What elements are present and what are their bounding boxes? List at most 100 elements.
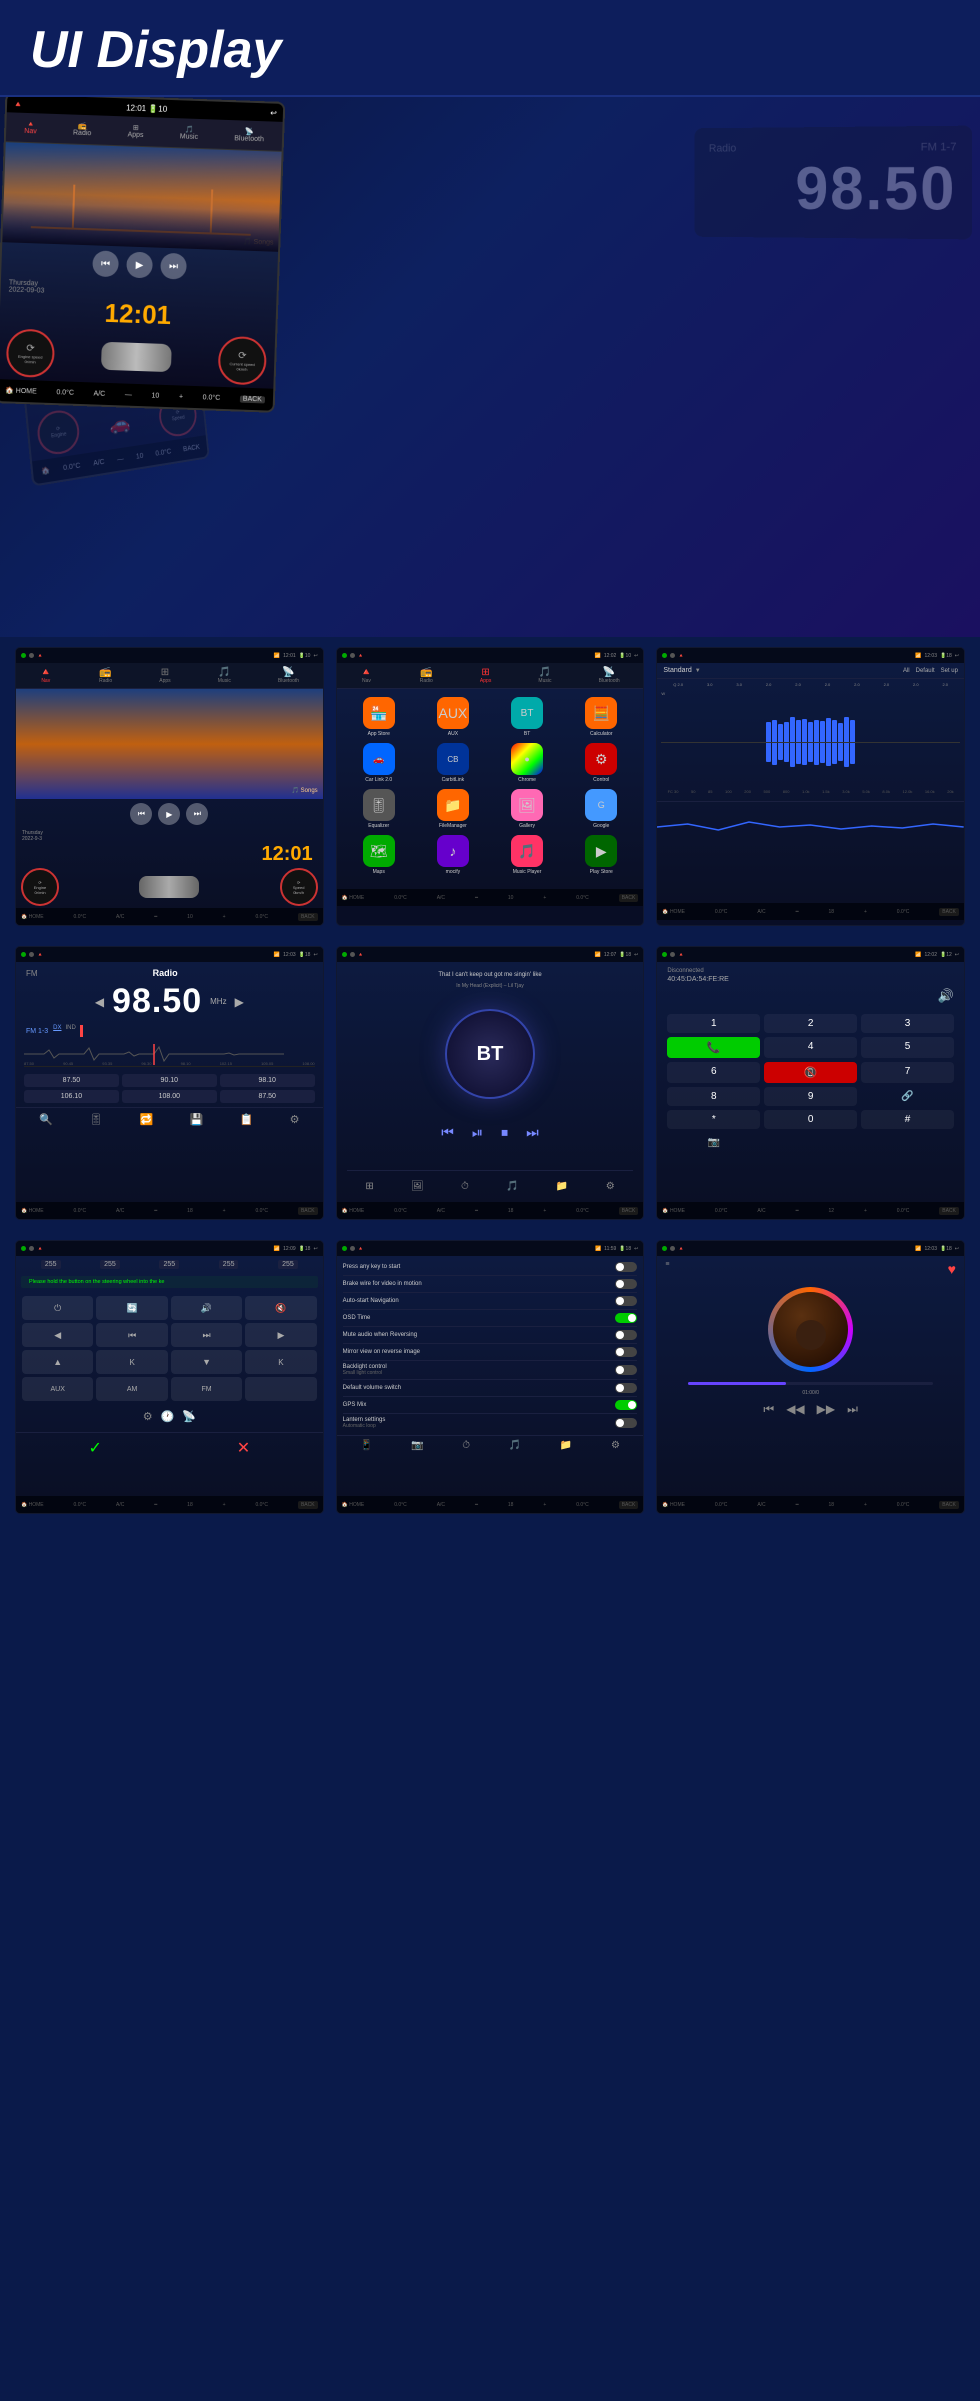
bt-music-icon[interactable]: 🎵 <box>506 1181 518 1192</box>
toggle-autonav[interactable] <box>615 1296 637 1306</box>
app-control[interactable]: ⚙ Control <box>567 743 635 783</box>
speaker-icon[interactable]: 🔊 <box>938 988 954 1004</box>
ani-apps[interactable]: ⊞Apps <box>480 667 491 684</box>
key-star[interactable]: * <box>667 1110 760 1129</box>
call-btn[interactable]: 📞 <box>667 1037 760 1058</box>
app-carbitlink[interactable]: CB CarbitLink <box>419 743 487 783</box>
app-chrome[interactable]: ● Chrome <box>493 743 561 783</box>
ani-radio[interactable]: 📻Radio <box>420 667 433 684</box>
heart-icon[interactable]: ♥ <box>948 1261 956 1277</box>
key-hash[interactable]: # <box>861 1110 954 1129</box>
bt-clock-icon[interactable]: ⏱ <box>461 1181 469 1192</box>
search-icon[interactable]: 🔍 <box>39 1113 53 1126</box>
sw-fwd[interactable]: ⏭ <box>171 1323 242 1347</box>
toggle-mirror[interactable] <box>615 1347 637 1357</box>
app-bt[interactable]: BT BT <box>493 697 561 737</box>
bt-play-btn[interactable]: ⏯ <box>472 1124 483 1141</box>
eq-all-btn[interactable]: All <box>903 668 910 674</box>
sw-up[interactable]: ▲ <box>22 1350 93 1374</box>
eq-setup-btn[interactable]: Set up <box>941 668 958 674</box>
key-7[interactable]: 7 <box>861 1062 954 1083</box>
ni-nav[interactable]: 🔺 Nav <box>40 667 52 684</box>
bt-stop-btn[interactable]: ⏹ <box>501 1124 508 1141</box>
toggle-volume[interactable] <box>615 1383 637 1393</box>
eq-default-btn[interactable]: Default <box>916 668 935 674</box>
eq-icon[interactable]: 🎚 <box>89 1113 103 1126</box>
bt-icon[interactable]: 📡 <box>182 1410 196 1423</box>
ni-apps[interactable]: ⊞ Apps <box>159 667 170 684</box>
toggle-brake[interactable] <box>615 1279 637 1289</box>
settings-icon2[interactable]: ⚙ <box>611 1440 620 1451</box>
freq-up-btn[interactable]: ▶ <box>235 995 244 1009</box>
key-1[interactable]: 1 <box>667 1014 760 1033</box>
key-5[interactable]: 5 <box>861 1037 954 1058</box>
key-3[interactable]: 3 <box>861 1014 954 1033</box>
app-equalizer[interactable]: 🎚 Equalizer <box>345 789 413 829</box>
cnav-nav[interactable]: 🔺Nav <box>24 120 37 135</box>
loop-icon[interactable]: 🔁 <box>139 1113 153 1126</box>
app-playstore[interactable]: ▶ Play Store <box>567 835 635 875</box>
sw-prev[interactable]: ◀ <box>22 1323 93 1347</box>
ani-bt[interactable]: 📡Bluetooth <box>599 667 620 684</box>
preset-5[interactable]: 108.00 <box>122 1090 217 1103</box>
ani-nav[interactable]: 🔺Nav <box>360 667 372 684</box>
toggle-gps[interactable] <box>615 1400 637 1410</box>
sw-down[interactable]: ▼ <box>171 1350 242 1374</box>
app-appstore[interactable]: 🏪 App Store <box>345 697 413 737</box>
key-8[interactable]: 8 <box>667 1087 760 1106</box>
preset-4[interactable]: 106.10 <box>24 1090 119 1103</box>
app-musicplayer[interactable]: 🎵 Music Player <box>493 835 561 875</box>
key-6[interactable]: 6 <box>667 1062 760 1083</box>
bt-gallery-icon[interactable]: 🖼 <box>411 1181 424 1192</box>
sw-aux[interactable]: AUX <box>22 1377 93 1401</box>
mc-next[interactable]: ⏭ <box>847 1402 858 1417</box>
music-icon2[interactable]: 🎵 <box>509 1440 521 1451</box>
toggle-backlight[interactable] <box>615 1365 637 1375</box>
music-list-icon[interactable]: ≡ <box>665 1261 669 1277</box>
list-icon[interactable]: 📋 <box>240 1113 254 1126</box>
toggle-mute[interactable] <box>615 1330 637 1340</box>
ni-music[interactable]: 🎵 Music <box>218 667 231 684</box>
app-google[interactable]: G Google <box>567 789 635 829</box>
mc-rew[interactable]: ⏮ <box>763 1402 774 1417</box>
app-maps[interactable]: 🗺 Maps <box>345 835 413 875</box>
toggle-press-key[interactable] <box>615 1262 637 1272</box>
folder-icon[interactable]: 📁 <box>560 1440 572 1451</box>
btn-prev[interactable]: ⏮ <box>130 803 152 825</box>
sw-volup[interactable]: 🔊 <box>171 1296 242 1320</box>
timer-icon[interactable]: ⏱ <box>462 1440 470 1451</box>
music-progress[interactable] <box>688 1382 933 1385</box>
freq-down-btn[interactable]: ◀ <box>95 995 104 1009</box>
app-filemanager[interactable]: 📁 FileManager <box>419 789 487 829</box>
bt-rew-btn[interactable]: ⏮ <box>441 1124 454 1141</box>
sw-power[interactable]: ⏻ <box>22 1296 93 1320</box>
app-aux[interactable]: AUX AUX <box>419 697 487 737</box>
bt-file-icon[interactable]: 📁 <box>556 1181 568 1192</box>
preset-3[interactable]: 98.10 <box>220 1074 315 1087</box>
app-carlink[interactable]: 🚗 Car Link 2.0 <box>345 743 413 783</box>
sw-fm[interactable]: FM <box>171 1377 242 1401</box>
eq-standard-btn[interactable]: Standard ▼ <box>663 667 700 674</box>
sw-am[interactable]: AM <box>96 1377 167 1401</box>
mc-fwd[interactable]: ▶▶ <box>817 1402 835 1417</box>
ni-bt[interactable]: 📡 Bluetooth <box>278 667 299 684</box>
cnav-radio[interactable]: 📻Radio <box>73 122 92 138</box>
toggle-lantern[interactable] <box>615 1418 637 1428</box>
app-gallery[interactable]: 🖼 Gallery <box>493 789 561 829</box>
link-btn[interactable]: 🔗 <box>861 1087 954 1106</box>
camera-btn[interactable]: 📷 <box>667 1133 760 1152</box>
cnav-apps[interactable]: ⊞Apps <box>127 124 143 140</box>
bt-dialpad-icon[interactable]: ⊞ <box>365 1181 373 1192</box>
sw-mute[interactable]: 🔇 <box>245 1296 316 1320</box>
app-mocify[interactable]: ♪ mocify <box>419 835 487 875</box>
preset-1[interactable]: 87.50 <box>24 1074 119 1087</box>
cnav-bt[interactable]: 📡Bluetooth <box>234 127 264 143</box>
dx-btn[interactable]: DX <box>53 1025 61 1037</box>
mc-prev[interactable]: ◀◀ <box>786 1402 804 1417</box>
sw-k1[interactable]: K <box>96 1350 167 1374</box>
key-4[interactable]: 4 <box>764 1037 857 1058</box>
key-2[interactable]: 2 <box>764 1014 857 1033</box>
clock-icon[interactable]: 🕐 <box>161 1410 175 1423</box>
preset-2[interactable]: 90.10 <box>122 1074 217 1087</box>
h-play[interactable]: ▶ <box>126 252 153 279</box>
